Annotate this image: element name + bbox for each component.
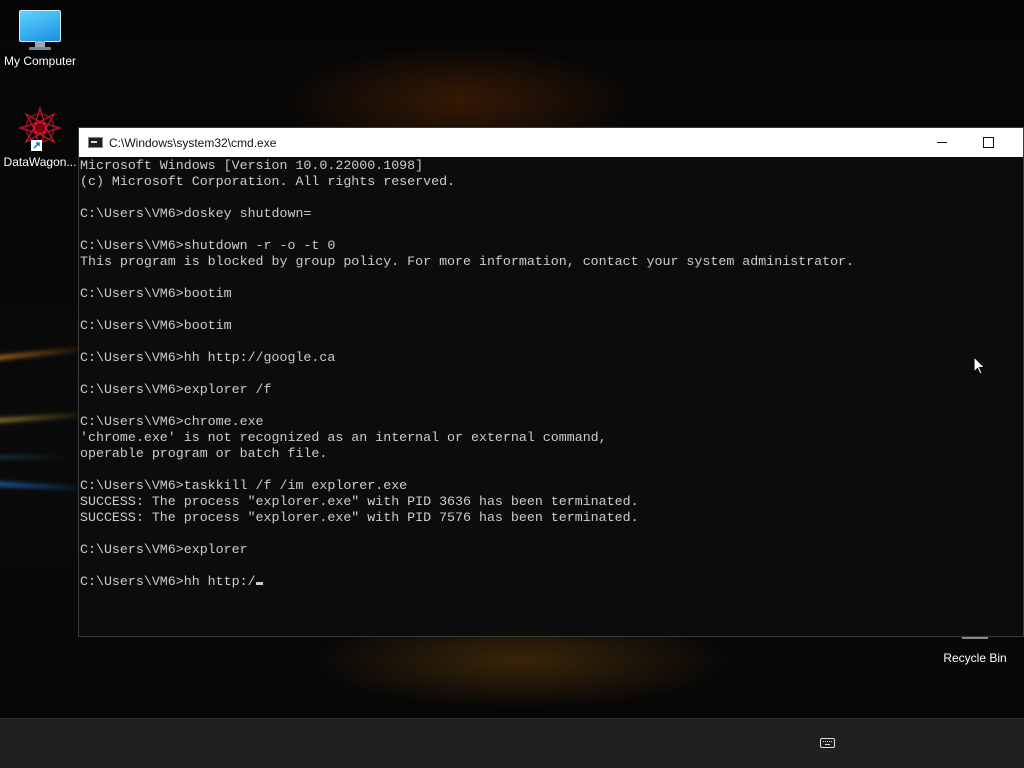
console-line: C:\Users\VM6>explorer /f <box>80 382 272 397</box>
minimize-icon <box>937 142 947 143</box>
console-line: C:\Users\VM6>doskey shutdown= <box>80 206 312 221</box>
console-line: 'chrome.exe' is not recognized as an int… <box>80 430 607 445</box>
computer-icon <box>19 10 61 50</box>
console-line: C:\Users\VM6>bootim <box>80 318 232 333</box>
console-line: C:\Users\VM6>hh http:/ <box>80 574 1023 590</box>
console-line: operable program or batch file. <box>80 446 328 461</box>
console-line: C:\Users\VM6>explorer <box>80 542 248 557</box>
console-line: C:\Users\VM6>taskkill /f /im explorer.ex… <box>80 478 408 493</box>
console-line: SUCCESS: The process "explorer.exe" with… <box>80 494 639 509</box>
wallpaper-light-streak <box>0 456 70 458</box>
desktop-icon-my-computer[interactable]: My Computer <box>0 10 80 68</box>
minimize-button[interactable] <box>919 128 965 157</box>
console-line: (c) Microsoft Corporation. All rights re… <box>80 174 456 189</box>
cmd-window[interactable]: C:\Windows\system32\cmd.exe Microsoft Wi… <box>78 127 1024 637</box>
maximize-button[interactable] <box>965 128 1011 157</box>
desktop-icon-recycle-bin[interactable]: Recycle Bin <box>935 636 1015 665</box>
console-line: SUCCESS: The process "explorer.exe" with… <box>80 510 639 525</box>
desktop-icon-label: DataWagon... <box>3 155 77 169</box>
window-titlebar[interactable]: C:\Windows\system32\cmd.exe <box>79 128 1023 157</box>
window-title: C:\Windows\system32\cmd.exe <box>109 135 277 150</box>
wallpaper-light-streak <box>0 346 90 362</box>
console-line: C:\Users\VM6>bootim <box>80 286 232 301</box>
console-line: Microsoft Windows [Version 10.0.22000.10… <box>80 158 424 173</box>
wallpaper-light-streak <box>0 481 91 491</box>
desktop-icon-datawagon[interactable]: DataWagon... <box>0 105 80 169</box>
maximize-icon <box>982 137 994 148</box>
desktop-icon-label: Recycle Bin <box>943 651 1007 665</box>
console-output[interactable]: Microsoft Windows [Version 10.0.22000.10… <box>79 157 1023 636</box>
console-line: C:\Users\VM6>hh http://google.ca <box>80 350 336 365</box>
wallpaper-light-streak <box>0 412 91 424</box>
desktop-icon-label: My Computer <box>3 54 77 68</box>
console-line: C:\Users\VM6>shutdown -r -o -t 0 <box>80 238 336 253</box>
taskbar <box>0 718 1024 768</box>
cmd-icon <box>88 137 103 148</box>
datawagon-shortcut-icon <box>17 105 63 151</box>
mouse-pointer-icon <box>973 356 986 375</box>
text-cursor <box>255 582 263 585</box>
console-line: C:\Users\VM6>chrome.exe <box>80 414 264 429</box>
console-line: This program is blocked by group policy.… <box>80 254 855 269</box>
touch-keyboard-icon[interactable] <box>820 738 835 748</box>
